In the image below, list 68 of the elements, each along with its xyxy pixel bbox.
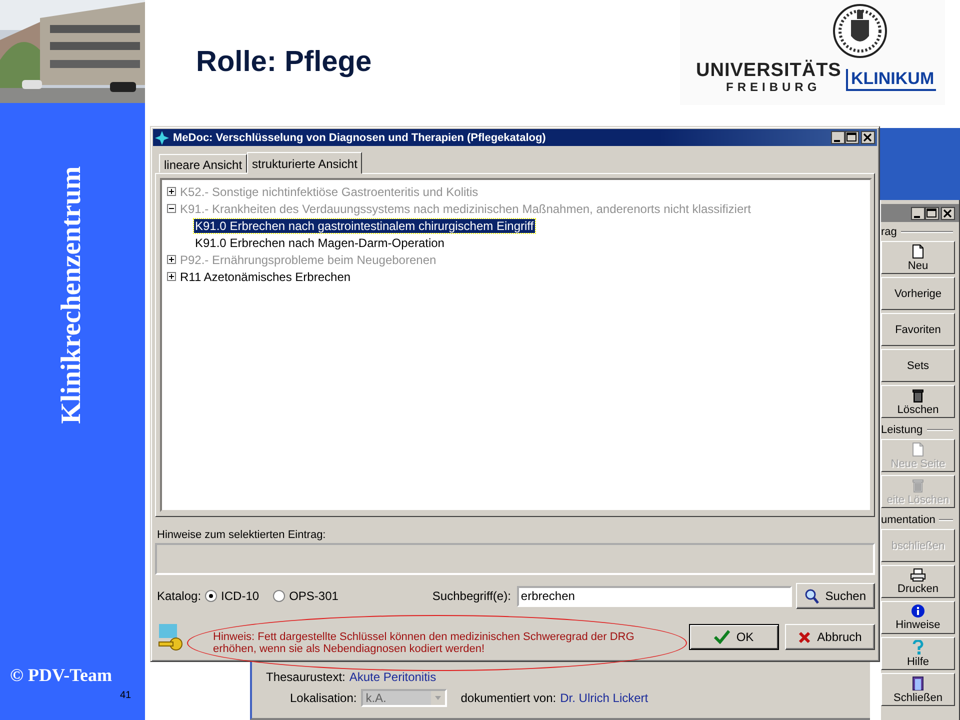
check-icon: [714, 630, 730, 644]
info-icon: [911, 604, 925, 618]
expand-icon[interactable]: [167, 187, 176, 196]
cross-icon: [798, 630, 812, 644]
toolbar-button[interactable]: Neu: [881, 241, 955, 274]
key-icon: [157, 622, 185, 652]
cancel-button[interactable]: Abbruch: [785, 624, 875, 650]
group-label: rag: [881, 226, 897, 238]
logo-text: FREIBURG: [726, 80, 821, 94]
close-icon[interactable]: [941, 206, 955, 220]
app-icon: [155, 130, 169, 145]
tree-item[interactable]: R11 Azetonämisches Erbrechen: [179, 270, 352, 284]
slide-title: Rolle: Pflege: [196, 46, 372, 79]
search-button[interactable]: Suchen: [796, 583, 875, 609]
tree-item[interactable]: K91.0 Erbrechen nach Magen-Darm-Operation: [194, 236, 446, 250]
field-label: Hinweise zum selektierten Eintrag:: [157, 529, 327, 542]
logo-text: KLINIKUM: [846, 69, 936, 91]
minimize-icon[interactable]: [911, 206, 925, 220]
toolbar-button[interactable]: Schließen: [881, 673, 955, 706]
radio-option[interactable]: OPS-301: [273, 589, 338, 603]
minimize-icon[interactable]: [831, 131, 845, 144]
search-icon: [805, 588, 820, 604]
field-label: dokumentiert von:: [460, 691, 556, 705]
toolbar-button[interactable]: Vorherige: [881, 277, 955, 310]
toolbar-button[interactable]: Sets: [881, 349, 955, 382]
seal-icon: [832, 4, 888, 58]
collapse-icon[interactable]: [167, 204, 176, 214]
notice-text: Hinweis: Fett dargestellte Schlüssel können den medizinischen Schweregrad der DRG erhöhen, wenn sie als Nebendiagnosen kodiert werden!: [213, 630, 636, 656]
window-title: MeDoc: Verschlüsselung von Diagnosen und Therapien (Pflegekatalog): [173, 132, 547, 144]
dropdown-field[interactable]: k.A.: [360, 689, 447, 707]
tab[interactable]: strukturierte Ansicht: [247, 152, 362, 174]
radio-icon[interactable]: [273, 590, 286, 602]
radio-icon[interactable]: [205, 590, 218, 602]
logo-text: UNIVERSITÄTS: [696, 60, 842, 82]
field-value: Dr. Ulrich Lickert: [560, 691, 648, 705]
toolbar-button[interactable]: Löschen: [881, 385, 955, 418]
maximize-icon[interactable]: [925, 206, 939, 220]
field-value: Akute Peritonitis: [349, 670, 436, 684]
printer-icon: [910, 568, 926, 582]
tree-item[interactable]: K91.0 Erbrechen nach gastrointestinalem chirurgischem Eingriff: [194, 218, 535, 233]
page-icon: [912, 244, 924, 258]
page-icon: [912, 442, 924, 456]
toolbar-button[interactable]: Hilfe: [881, 637, 955, 670]
group-label: umentation: [881, 514, 936, 526]
group-label: Leistung: [881, 424, 923, 436]
field-label: Suchbegriff(e):: [432, 589, 511, 603]
copyright-text: © PDV-Team: [10, 665, 112, 686]
help-icon: [912, 640, 924, 654]
trash-icon: [912, 478, 924, 492]
close-icon[interactable]: [861, 131, 875, 144]
expand-icon[interactable]: [167, 255, 176, 264]
hint-field[interactable]: [155, 543, 875, 575]
field-label: Lokalisation:: [290, 691, 357, 705]
ok-button[interactable]: OK: [689, 624, 779, 650]
field-label: Katalog:: [157, 589, 202, 603]
maximize-icon[interactable]: [845, 131, 859, 144]
sidebar-title: Klinikrechenzentrum: [56, 166, 88, 424]
search-field[interactable]: erbrechen: [516, 586, 792, 606]
radio-option[interactable]: ICD-10: [205, 589, 260, 603]
toolbar-button[interactable]: Favoriten: [881, 313, 955, 346]
trash-icon: [912, 388, 924, 402]
toolbar-button[interactable]: Drucken: [881, 565, 955, 598]
door-icon: [911, 676, 925, 690]
field-label: Thesaurustext:: [266, 670, 346, 684]
tab[interactable]: lineare Ansicht: [159, 154, 248, 174]
toolbar-button[interactable]: Hinweise: [881, 601, 955, 634]
expand-icon[interactable]: [167, 272, 176, 282]
page-number: 41: [120, 690, 132, 701]
